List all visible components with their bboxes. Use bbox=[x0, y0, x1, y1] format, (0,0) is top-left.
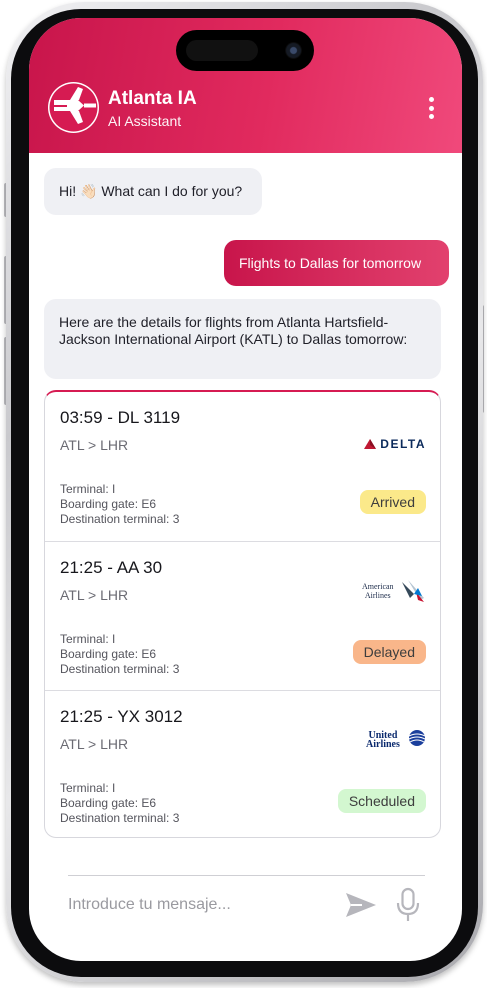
globe-icon bbox=[408, 730, 426, 746]
input-divider bbox=[68, 875, 425, 876]
delta-logo: DELTA bbox=[360, 430, 426, 458]
dynamic-island bbox=[176, 30, 314, 71]
flight-details: Terminal: I Boarding gate: E6 Destinatio… bbox=[60, 632, 179, 677]
send-icon bbox=[346, 893, 376, 917]
flight-details: Terminal: I Boarding gate: E6 Destinatio… bbox=[60, 482, 179, 527]
greeting-text: Hi! 👋🏻 What can I do for you? bbox=[59, 183, 243, 199]
destination-terminal-text: Destination terminal: 3 bbox=[60, 811, 180, 825]
flight-time-number: 21:25 - YX 3012 bbox=[60, 707, 183, 726]
united-airlines-logo: United Airlines bbox=[360, 728, 426, 756]
gate-text: Boarding gate: E6 bbox=[60, 647, 157, 661]
user-message-text: Flights to Dallas for tomorrow bbox=[239, 255, 422, 271]
microphone-icon bbox=[396, 887, 420, 921]
terminal-text: Terminal: I bbox=[60, 482, 116, 496]
plane-logo-icon bbox=[49, 83, 98, 132]
bot-greeting-bubble: Hi! 👋🏻 What can I do for you? bbox=[44, 168, 262, 215]
microphone-button[interactable] bbox=[396, 887, 420, 923]
airline-logo bbox=[48, 82, 99, 133]
send-button[interactable] bbox=[344, 890, 378, 920]
bot-reply-text: Here are the details for flights from At… bbox=[59, 314, 408, 347]
gate-text: Boarding gate: E6 bbox=[60, 497, 157, 511]
bot-reply-bubble: Here are the details for flights from At… bbox=[44, 299, 441, 379]
status-badge: Arrived bbox=[359, 490, 426, 514]
terminal-text: Terminal: I bbox=[60, 632, 116, 646]
status-badge: Scheduled bbox=[337, 789, 426, 813]
flight-row[interactable]: 21:25 - YX 3012 ATL > LHR Terminal: I Bo… bbox=[45, 690, 440, 837]
flight-time-number: 03:59 - DL 3119 bbox=[60, 408, 181, 427]
user-message-bubble: Flights to Dallas for tomorrow bbox=[224, 240, 449, 286]
message-input[interactable] bbox=[68, 892, 338, 918]
app-header: Atlanta IA AI Assistant bbox=[29, 18, 462, 153]
status-badge: Delayed bbox=[352, 640, 426, 664]
destination-terminal-text: Destination terminal: 3 bbox=[60, 662, 180, 676]
flight-time-number: 21:25 - AA 30 bbox=[60, 558, 163, 577]
destination-terminal-text: Destination terminal: 3 bbox=[60, 512, 180, 526]
flight-route: ATL > LHR bbox=[60, 736, 129, 752]
front-camera-icon bbox=[285, 42, 302, 59]
flight-row[interactable]: 03:59 - DL 3119 ATL > LHR Terminal: I Bo… bbox=[45, 392, 440, 541]
flight-route: ATL > LHR bbox=[60, 437, 129, 453]
flight-results-card: 03:59 - DL 3119 ATL > LHR Terminal: I Bo… bbox=[44, 390, 441, 838]
american-airlines-logo: American Airlines bbox=[360, 578, 426, 606]
gate-text: Boarding gate: E6 bbox=[60, 796, 157, 810]
terminal-text: Terminal: I bbox=[60, 781, 116, 795]
kebab-menu-icon[interactable] bbox=[426, 97, 436, 119]
flight-details: Terminal: I Boarding gate: E6 Destinatio… bbox=[60, 781, 179, 826]
flight-symbol-icon bbox=[402, 580, 424, 602]
app-title: Atlanta IA bbox=[108, 88, 197, 109]
flight-route: ATL > LHR bbox=[60, 587, 129, 603]
phone-screen: Atlanta IA AI Assistant Hi! 👋🏻 What can … bbox=[29, 18, 462, 961]
app-subtitle: AI Assistant bbox=[108, 113, 182, 129]
flight-row[interactable]: 21:25 - AA 30 ATL > LHR Terminal: I Boar… bbox=[45, 541, 440, 690]
delta-widget-icon bbox=[364, 439, 377, 449]
